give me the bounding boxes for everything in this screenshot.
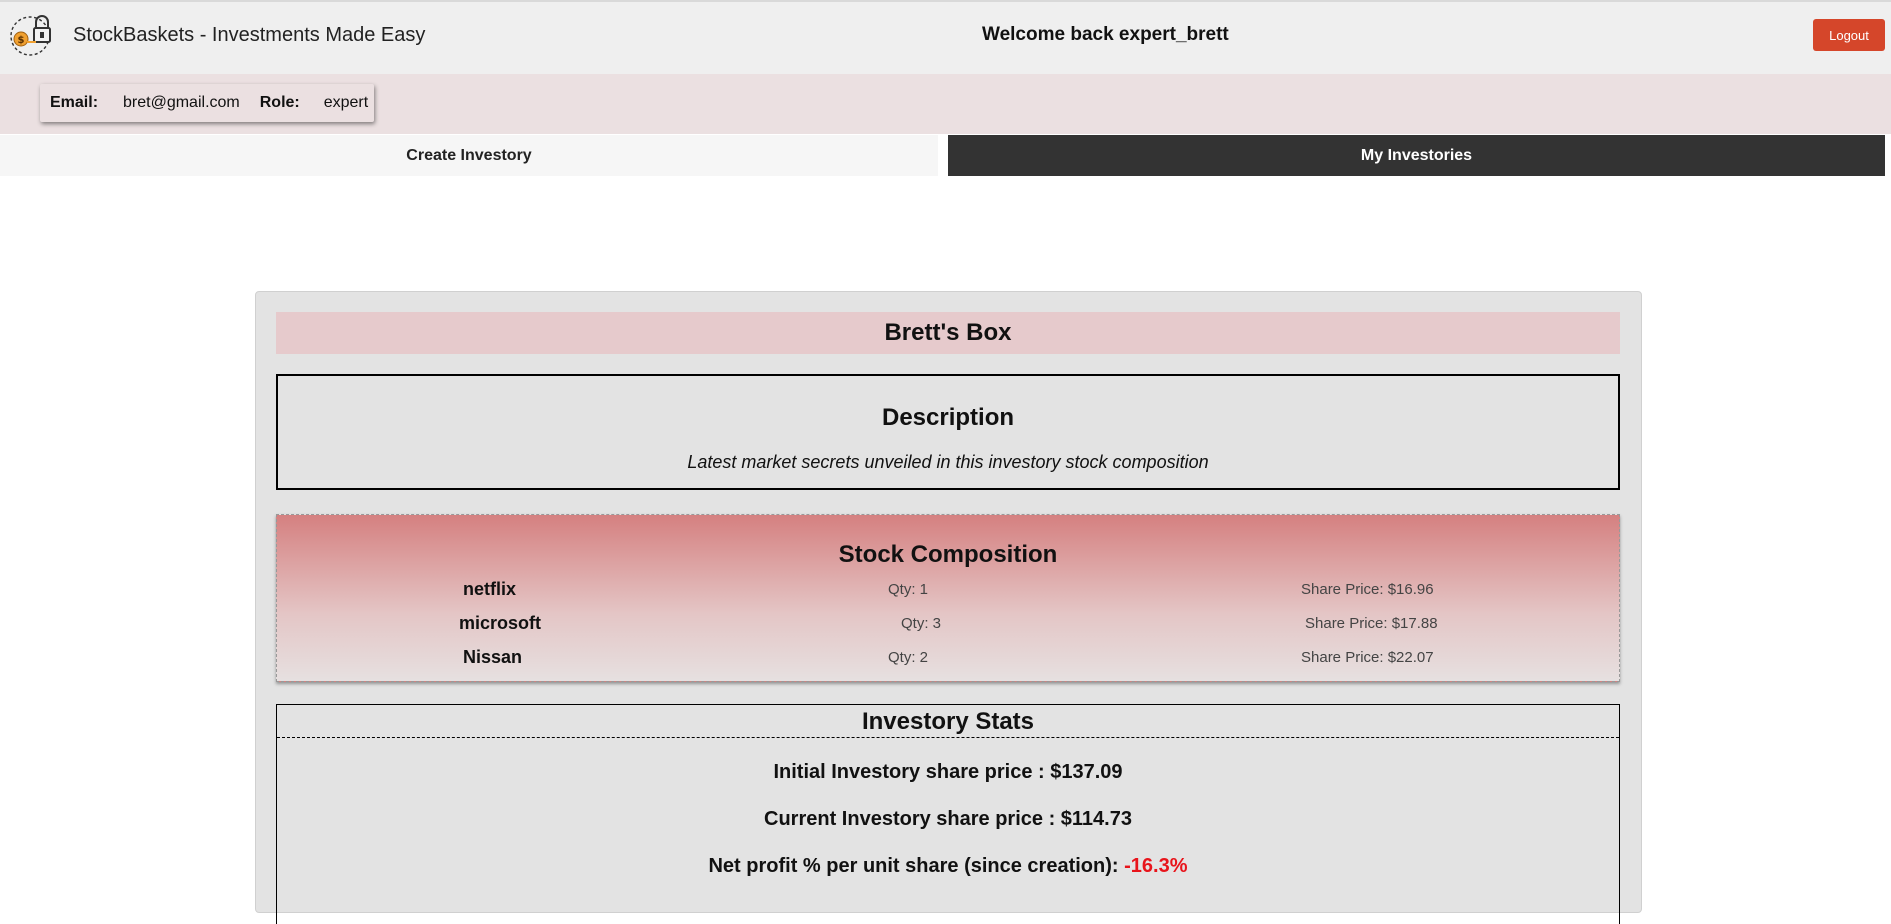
stock-qty: Qty: 2 (888, 649, 929, 666)
stock-qty: Qty: 3 (901, 615, 942, 632)
role-label: Role: (259, 94, 300, 111)
net-profit-value: -16.3% (1124, 855, 1188, 877)
description-heading: Description (881, 404, 1015, 431)
user-info-card: Email: bret@gmail.com Role: expert (40, 84, 374, 122)
stock-composition-box: Stock Composition netflix Qty: 1 Share P… (276, 514, 1620, 682)
current-share-price: Current Investory share price : $114.73 (764, 808, 1132, 830)
svg-text:$: $ (18, 35, 25, 46)
description-box: Description Latest market secrets unveil… (276, 374, 1620, 490)
stats-heading: Investory Stats (277, 705, 1619, 738)
initial-share-price: Initial Investory share price : $137.09 (773, 761, 1123, 783)
investory-card: Brett's Box Description Latest market se… (255, 291, 1642, 924)
investory-title: Brett's Box (276, 312, 1620, 354)
user-info-strip: Email: bret@gmail.com Role: expert (0, 74, 1891, 134)
tab-my-investories[interactable]: My Investories (948, 135, 1885, 176)
stock-qty: Qty: 1 (888, 581, 929, 598)
role-value: expert (323, 94, 369, 111)
app-title: StockBaskets - Investments Made Easy (73, 24, 426, 46)
tab-create-investory[interactable]: Create Investory (0, 135, 938, 176)
stock-row: Nissan Qty: 2 Share Price: $22.07 (277, 647, 1621, 675)
net-profit-label: Net profit % per unit share (since creat… (708, 855, 1119, 877)
stock-row: netflix Qty: 1 Share Price: $16.96 (277, 579, 1621, 607)
composition-heading: Stock Composition (838, 541, 1058, 568)
email-label: Email: (50, 94, 99, 111)
app-header: $ StockBaskets - Investments Made Easy W… (0, 2, 1891, 74)
welcome-message: Welcome back expert_brett (982, 24, 1229, 45)
net-profit-line: Net profit % per unit share (since creat… (277, 855, 1619, 878)
investory-stats-box: Investory Stats Initial Investory share … (276, 704, 1620, 924)
stock-name: microsoft (459, 613, 542, 633)
stock-price: Share Price: $16.96 (1301, 581, 1434, 598)
stock-name: netflix (463, 579, 517, 599)
stock-price: Share Price: $22.07 (1301, 649, 1434, 666)
email-value: bret@gmail.com (123, 94, 240, 111)
lock-dollar-icon: $ (10, 15, 51, 56)
stock-row: microsoft Qty: 3 Share Price: $17.88 (277, 613, 1621, 641)
stock-price: Share Price: $17.88 (1305, 615, 1438, 632)
logout-button[interactable]: Logout (1813, 19, 1885, 51)
description-text: Latest market secrets unveiled in this i… (687, 452, 1209, 472)
stock-name: Nissan (463, 647, 523, 667)
